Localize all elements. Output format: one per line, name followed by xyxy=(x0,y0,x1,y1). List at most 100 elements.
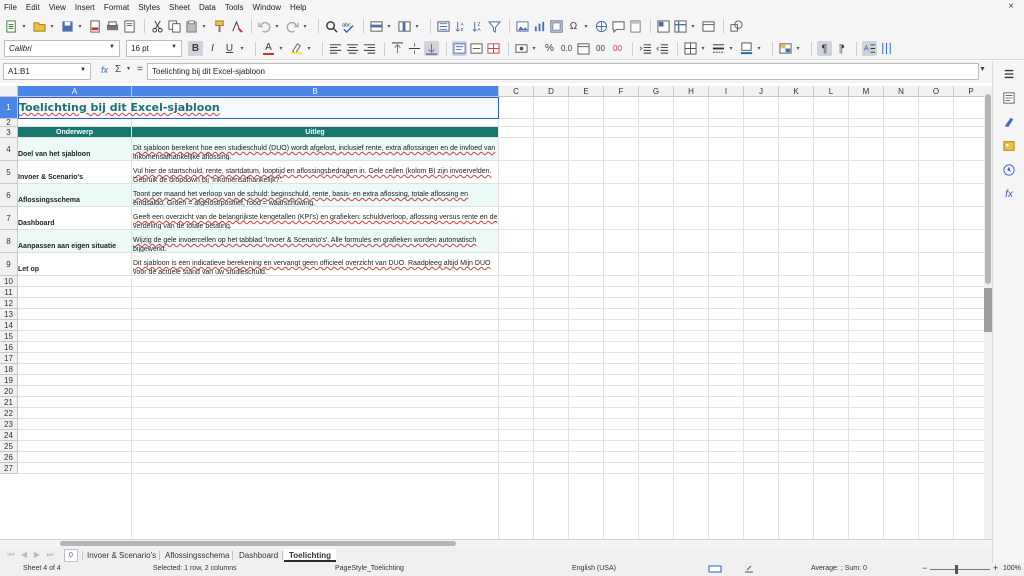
number-format-button[interactable]: 0.0 xyxy=(559,41,574,56)
row-header-2[interactable]: 2 xyxy=(0,118,18,127)
column-header-c[interactable]: C xyxy=(499,86,534,97)
add-sheet-button[interactable]: 0 xyxy=(64,549,78,562)
open-dropdown[interactable]: ▾ xyxy=(49,19,55,34)
menu-help[interactable]: Help xyxy=(290,3,306,12)
description-cell[interactable]: Vul hier de startschuld, rente, startdat… xyxy=(132,161,498,183)
spelling-icon[interactable]: abc xyxy=(341,19,356,34)
row-dropdown[interactable]: ▾ xyxy=(386,19,392,34)
properties-icon[interactable] xyxy=(1002,91,1016,105)
topic-cell[interactable]: Invoer & Scenario's xyxy=(18,161,131,183)
filter-icon[interactable] xyxy=(487,19,502,34)
comment-icon[interactable] xyxy=(611,19,626,34)
row-header-4[interactable]: 4 xyxy=(0,138,18,161)
column-header-o[interactable]: O xyxy=(919,86,954,97)
define-print-area-icon[interactable] xyxy=(656,19,671,34)
close-document-icon[interactable]: × xyxy=(1008,1,1014,12)
conditional-format-dropdown[interactable]: ▾ xyxy=(795,41,801,56)
formula-icon[interactable]: = xyxy=(137,64,143,75)
column-dropdown[interactable]: ▾ xyxy=(414,19,420,34)
column-header-l[interactable]: L xyxy=(814,86,849,97)
paste-icon[interactable] xyxy=(184,19,199,34)
row-header-13[interactable]: 13 xyxy=(0,309,18,320)
tab-invoer-scenarios[interactable]: Invoer & Scenario's xyxy=(82,549,161,562)
row-header-15[interactable]: 15 xyxy=(0,331,18,342)
bold-button[interactable]: B xyxy=(188,41,203,56)
row-header-21[interactable]: 21 xyxy=(0,397,18,408)
borders-icon[interactable] xyxy=(683,41,698,56)
description-cell[interactable]: Toont per maand het verloop van de schul… xyxy=(132,184,498,206)
row-header-20[interactable]: 20 xyxy=(0,386,18,397)
underline-button[interactable]: U xyxy=(222,41,237,56)
gallery-icon[interactable] xyxy=(1002,139,1016,153)
increase-indent-icon[interactable] xyxy=(638,41,653,56)
topic-cell[interactable]: Aflossingsschema xyxy=(18,184,131,206)
column-header-m[interactable]: M xyxy=(849,86,884,97)
menu-edit[interactable]: Edit xyxy=(26,3,40,12)
highlight-color-icon[interactable] xyxy=(289,41,304,56)
menu-window[interactable]: Window xyxy=(253,3,281,12)
undo-icon[interactable] xyxy=(257,19,272,34)
menu-data[interactable]: Data xyxy=(199,3,216,12)
description-cell[interactable]: Dit sjabloon berekent hoe een studieschu… xyxy=(132,138,498,160)
freeze-dropdown[interactable]: ▾ xyxy=(690,19,696,34)
column-header-a[interactable]: A xyxy=(18,86,132,97)
menu-tools[interactable]: Tools xyxy=(225,3,244,12)
menu-insert[interactable]: Insert xyxy=(75,3,95,12)
function-wizard-icon[interactable]: fx xyxy=(101,65,108,75)
column-icon[interactable] xyxy=(397,19,412,34)
row-header-6[interactable]: 6 xyxy=(0,184,18,207)
description-cell[interactable]: Wijzig de gele invoercellen op het tabbl… xyxy=(132,230,498,252)
column-header-p[interactable]: P xyxy=(954,86,984,97)
zoom-slider-knob[interactable] xyxy=(955,565,958,574)
new-document-dropdown[interactable]: ▾ xyxy=(21,19,27,34)
print-icon[interactable] xyxy=(105,19,120,34)
expand-formula-bar-icon[interactable]: ▼ xyxy=(979,66,986,73)
align-top-icon[interactable] xyxy=(390,41,405,56)
sum-status[interactable]: Average: ; Sum: 0 xyxy=(811,565,867,572)
column-header-e[interactable]: E xyxy=(569,86,604,97)
zoom-level[interactable]: 100% xyxy=(1003,565,1021,572)
redo-icon[interactable] xyxy=(285,19,300,34)
row-header-17[interactable]: 17 xyxy=(0,353,18,364)
tab-dashboard[interactable]: Dashboard xyxy=(234,549,283,562)
spreadsheet-grid[interactable]: ABCDEFGHIJKLMNOP 1 2 3 4 5 6 7 8 9 10 11 12 13 14 15 16… xyxy=(0,86,984,539)
align-left-icon[interactable] xyxy=(328,41,343,56)
clone-formatting-icon[interactable] xyxy=(212,19,227,34)
right-to-left-icon[interactable]: ¶ xyxy=(834,41,849,56)
find-replace-icon[interactable] xyxy=(324,19,339,34)
sort-descending-icon[interactable]: ZA xyxy=(470,19,485,34)
description-cell[interactable]: Dit sjabloon is een indicatieve berekeni… xyxy=(132,253,498,275)
row-header-23[interactable]: 23 xyxy=(0,419,18,430)
new-document-icon[interactable] xyxy=(4,19,19,34)
date-format-icon[interactable] xyxy=(576,41,591,56)
align-center-icon[interactable] xyxy=(345,41,360,56)
row-header-24[interactable]: 24 xyxy=(0,430,18,441)
font-color-button[interactable]: A xyxy=(261,41,276,56)
column-header-d[interactable]: D xyxy=(534,86,569,97)
row-header-12[interactable]: 12 xyxy=(0,298,18,309)
tab-aflossingsschema[interactable]: Aflossingsschema xyxy=(160,549,234,562)
save-dropdown[interactable]: ▾ xyxy=(77,19,83,34)
language-status[interactable]: English (USA) xyxy=(572,565,616,572)
page-style[interactable]: PageStyle_Toelichting xyxy=(335,565,404,572)
first-sheet-icon[interactable]: ⏮ xyxy=(4,550,18,562)
column-header-h[interactable]: H xyxy=(674,86,709,97)
sort-ascending-icon[interactable]: AZ xyxy=(453,19,468,34)
font-color-dropdown[interactable]: ▾ xyxy=(278,41,284,56)
name-box[interactable]: A1:B1 ▼ xyxy=(3,63,91,80)
font-name-box[interactable]: Calibri ▼ xyxy=(4,40,120,57)
align-bottom-icon[interactable] xyxy=(424,41,439,56)
print-preview-icon[interactable] xyxy=(122,19,137,34)
conditional-format-icon[interactable] xyxy=(778,41,793,56)
borders-dropdown[interactable]: ▾ xyxy=(700,41,706,56)
pivot-table-icon[interactable] xyxy=(549,19,564,34)
wrap-text-icon[interactable] xyxy=(452,41,467,56)
vertical-scrollbar[interactable] xyxy=(984,86,992,539)
zoom-slider[interactable] xyxy=(930,569,990,570)
redo-dropdown[interactable]: ▾ xyxy=(302,19,308,34)
text-direction-vertical-icon[interactable] xyxy=(879,41,894,56)
formula-input[interactable]: Toelichting bij dit Excel-sjabloon xyxy=(147,63,979,80)
left-to-right-icon[interactable]: ¶ xyxy=(817,41,832,56)
show-draw-functions-icon[interactable] xyxy=(729,19,744,34)
center-vertically-icon[interactable] xyxy=(407,41,422,56)
